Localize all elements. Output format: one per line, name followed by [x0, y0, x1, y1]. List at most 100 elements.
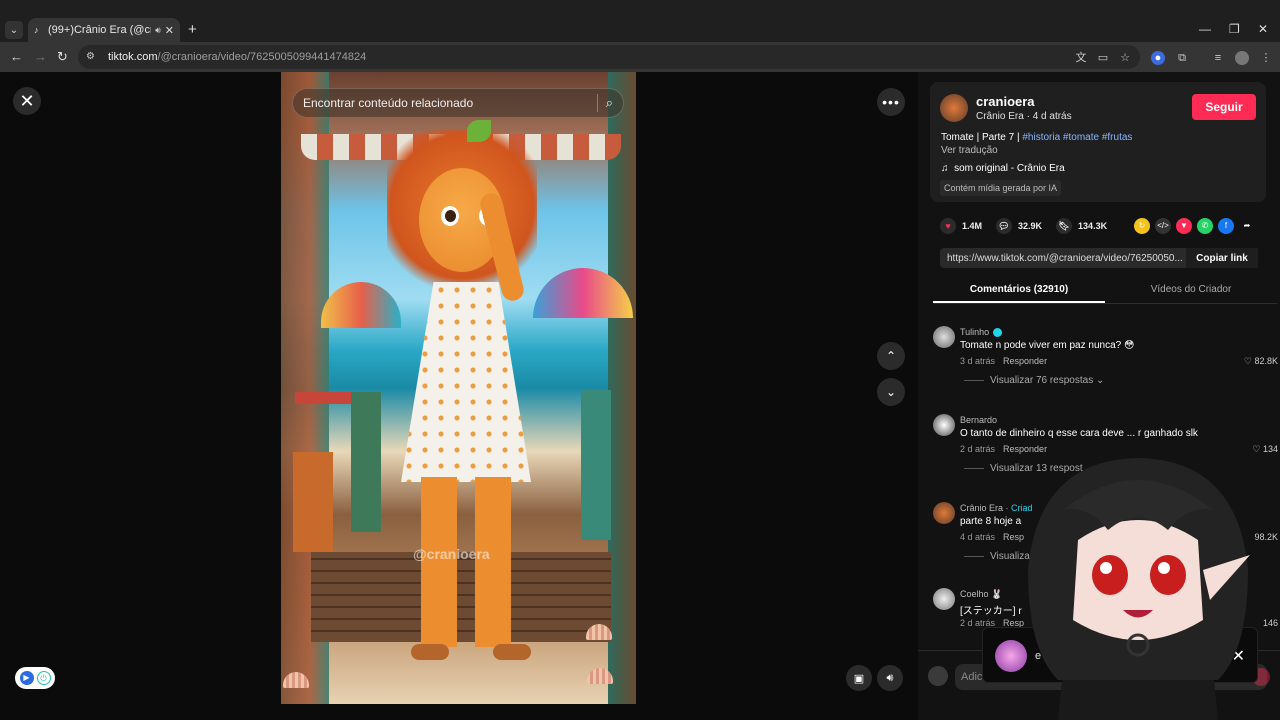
video-caption: Tomate | Parte 7 | #historia #tomate #fr… — [941, 132, 1132, 143]
next-video-button[interactable]: ⌄ — [877, 378, 905, 406]
commenter-avatar[interactable] — [933, 588, 955, 610]
media-control-icon[interactable]: ≡ — [1211, 51, 1225, 65]
tomato-leaf — [467, 120, 491, 142]
tab-list-button[interactable]: ⌄ — [5, 21, 23, 39]
comment-text: [ステッカー] r — [960, 606, 1022, 617]
tab-title: (99+)Crânio Era (@cranioera — [48, 24, 151, 36]
extensions-puzzle-icon[interactable]: ⧉ — [1175, 51, 1189, 65]
comment-meta: 3 d atrás Responder — [960, 356, 1048, 366]
character-legs — [421, 477, 511, 647]
comment-text: O tanto de dinheiro q esse cara deve ...… — [960, 428, 1198, 439]
volume-icon[interactable]: 🔊︎ — [877, 665, 903, 691]
tab-creator-videos[interactable]: Vídeos do Criador — [1105, 278, 1277, 303]
forward-icon[interactable]: → — [34, 49, 47, 64]
like-button[interactable]: ♥ 1.4M — [940, 218, 982, 234]
speaker-icon[interactable]: 🔊︎ — [155, 25, 161, 36]
bookmark-icon: 🔖︎ — [1056, 218, 1073, 234]
back-icon[interactable]: ← — [10, 49, 23, 64]
post-time: 4 d atrás — [1032, 111, 1072, 122]
view-replies-button[interactable]: Visualizar 76 respostas ⌄ — [964, 375, 1104, 386]
extension-pill[interactable]: ▶ ⏻ — [15, 667, 55, 689]
reload-icon[interactable]: ↻ — [57, 49, 68, 65]
creator-display-name: Crânio Era — [976, 111, 1024, 122]
translate-icon[interactable]: 文 — [1074, 51, 1088, 65]
chair — [293, 452, 333, 552]
browser-menu-icon[interactable]: ⋮ — [1259, 51, 1273, 65]
comment-text: Tomate n pode viver em paz nunca? 😳 — [960, 340, 1135, 351]
extension-icon[interactable]: ● — [1151, 51, 1165, 65]
tab-comments[interactable]: Comentários (32910) — [933, 278, 1105, 303]
share-arrow-icon[interactable]: ➦ — [1239, 218, 1255, 234]
comment-item: Tulinho Tomate n pode viver em paz nunca… — [933, 326, 1278, 406]
save-button[interactable]: 🔖︎ 134.3K — [1056, 218, 1107, 234]
heart-icon: ♥ — [940, 218, 956, 234]
video-link[interactable]: https://www.tiktok.com/@cranioera/video/… — [940, 253, 1186, 264]
follow-button[interactable]: Seguir — [1192, 94, 1256, 120]
chair — [581, 390, 611, 540]
copy-link-button[interactable]: Copiar link — [1186, 248, 1258, 268]
comment-likes[interactable]: 146 — [1263, 618, 1278, 628]
comment-likes[interactable]: ♡ 82.8K — [1244, 356, 1278, 367]
close-video-button[interactable]: ✕ — [13, 87, 41, 115]
floating-player-icon[interactable]: ▣ — [846, 665, 872, 691]
commenter-avatar[interactable] — [933, 414, 955, 436]
commenter-name[interactable]: Bernardo — [960, 415, 997, 425]
like-count: 1.4M — [962, 221, 983, 231]
comment-button[interactable]: 💬︎ 32.9K — [996, 218, 1042, 234]
reply-button[interactable]: Responder — [1003, 356, 1047, 366]
commenter-avatar[interactable] — [933, 502, 955, 524]
door-frame-right — [608, 72, 636, 704]
url-domain: tiktok.com — [108, 51, 158, 63]
site-info-icon[interactable]: ⚙ — [86, 51, 98, 63]
url-bar[interactable]: ⚙ tiktok.com/@cranioera/video/7625005099… — [78, 45, 1140, 69]
character-dress — [401, 282, 531, 482]
comment-count: 32.9K — [1018, 221, 1043, 231]
search-placeholder: Encontrar conteúdo relacionado — [303, 96, 474, 110]
send-icon[interactable]: ▼ — [1176, 218, 1192, 234]
divider — [596, 94, 598, 112]
save-count: 134.3K — [1078, 221, 1108, 231]
sandal — [411, 644, 449, 660]
browser-tab[interactable]: ♪ (99+)Crânio Era (@cranioera 🔊︎ ✕ — [28, 18, 180, 42]
chair — [351, 392, 381, 532]
power-icon[interactable]: ⏻ — [36, 671, 51, 685]
sandal — [493, 644, 531, 660]
character-eye — [441, 206, 459, 226]
previous-video-button[interactable]: ⌃ — [877, 342, 905, 370]
search-icon[interactable]: ⌕ — [606, 95, 613, 111]
commenter-avatar[interactable] — [933, 326, 955, 348]
music-row[interactable]: ♫ som original - Crânio Era — [941, 163, 1065, 174]
caption-hashtags[interactable]: #historia #tomate #frutas — [1022, 132, 1132, 143]
minimize-icon[interactable]: — — [1199, 22, 1211, 36]
video-player[interactable]: @cranioera — [281, 72, 636, 704]
tab-close-icon[interactable]: ✕ — [165, 24, 174, 37]
repost-icon[interactable]: ↻ — [1134, 218, 1150, 234]
comment-meta: 4 d atrás Resp — [960, 532, 1025, 542]
more-options-button[interactable]: ••• — [877, 88, 905, 116]
whatsapp-icon[interactable]: ✆ — [1197, 218, 1213, 234]
see-translation-link[interactable]: Ver tradução — [941, 145, 998, 156]
embed-icon[interactable]: </> — [1155, 218, 1171, 234]
install-app-icon[interactable]: ▭ — [1096, 51, 1110, 65]
related-search-input[interactable]: Encontrar conteúdo relacionado ⌕ — [292, 88, 624, 118]
bookmark-star-icon[interactable]: ☆ — [1118, 51, 1132, 65]
url-path: /@cranioera/video/7625005099441474824 — [157, 51, 367, 63]
new-tab-button[interactable]: + — [188, 21, 197, 38]
share-icons: ↻ </> ▼ ✆ f ➦ — [1134, 218, 1260, 234]
caption-text: Tomate | Parte 7 | — [941, 132, 1020, 143]
creator-subline: Crânio Era · 4 d atrás — [976, 111, 1072, 122]
facebook-icon[interactable]: f — [1218, 218, 1234, 234]
commenter-name[interactable]: Tulinho — [960, 327, 1003, 338]
verified-icon — [993, 328, 1003, 338]
browser-tabbar: ⌄ ♪ (99+)Crânio Era (@cranioera 🔊︎ ✕ + —… — [0, 0, 1280, 42]
music-title: som original - Crânio Era — [954, 163, 1065, 174]
comment-text: parte 8 hoje a — [960, 516, 1022, 527]
profile-avatar[interactable] — [1235, 51, 1249, 65]
restore-icon[interactable]: ❐ — [1229, 22, 1240, 36]
creator-handle[interactable]: cranioera — [976, 94, 1035, 109]
play-icon[interactable]: ▶ — [19, 671, 34, 685]
music-note-icon: ♫ — [941, 163, 949, 174]
close-window-icon[interactable]: ✕ — [1258, 22, 1268, 36]
creator-avatar[interactable] — [940, 94, 968, 122]
commenter-name[interactable]: Coelho 🐰 — [960, 589, 1002, 600]
